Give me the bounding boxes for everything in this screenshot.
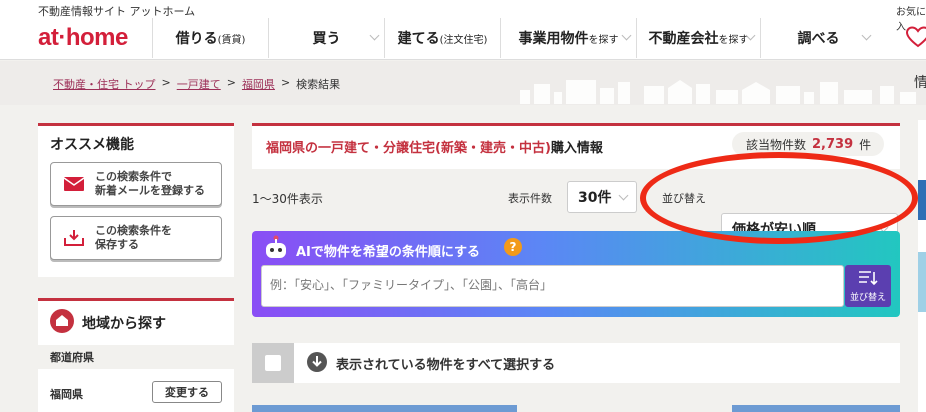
breadcrumb-separator: > [161, 76, 171, 89]
side-tab[interactable]: 情 [914, 72, 926, 92]
listing-photo[interactable] [252, 405, 517, 412]
breadcrumb-separator: > [226, 76, 236, 89]
chevron-down-icon [621, 30, 632, 41]
region-title: 地域から探す [82, 316, 166, 332]
nav-rent[interactable]: 借りる (賃貸) [152, 18, 268, 58]
save-search-button[interactable]: この検索条件を 保存する [50, 216, 222, 260]
chevron-down-icon [618, 190, 629, 201]
breadcrumb: 不動産・住宅 トップ > 一戸建て > 福岡県 > 検索結果 [53, 76, 340, 92]
athome-logo[interactable]: at·home [38, 24, 128, 52]
recommend-title: オススメ機能 [50, 137, 134, 153]
nav-rent-sub: (賃貸) [217, 34, 246, 46]
result-count-label: 該当物件数 [746, 137, 807, 152]
nav-build-sub: (注文住宅) [439, 34, 488, 46]
per-page-value: 30件 [578, 190, 612, 206]
nav-agency[interactable]: 不動産会社 を探す [636, 18, 760, 58]
right-ad-banner[interactable] [918, 252, 926, 312]
ai-sort-button-label: 並び替え [849, 293, 886, 303]
nav-build-label: 建てる [397, 31, 440, 47]
breadcrumb-separator: > [280, 76, 291, 89]
nav-research-label: 調べる [797, 31, 840, 47]
result-count-unit: 件 [859, 137, 872, 152]
arrow-down-circle-icon [307, 352, 327, 372]
nav-agency-label: 不動産会社 [648, 31, 719, 47]
ai-condition-input[interactable]: 例：「安心」、「ファミリータイプ」、「公園」、「高台」 [261, 265, 844, 307]
breadcrumb-link-house[interactable]: 一戸建て [177, 76, 221, 92]
nav-research[interactable]: 調べる [760, 18, 876, 58]
register-mail-label: この検索条件で 新着メールを登録する [95, 170, 205, 198]
register-mail-line2: 新着メールを登録する [95, 184, 205, 197]
nav-business-label: 事業用物件 [518, 31, 589, 47]
prefecture-header: 都道府県 [50, 351, 94, 364]
register-mail-button[interactable]: この検索条件で 新着メールを登録する [50, 162, 222, 206]
nav-build[interactable]: 建てる (注文住宅) [384, 18, 500, 58]
save-search-label: この検索条件を 保存する [95, 224, 172, 252]
prefecture-value: 福岡県 [50, 388, 83, 401]
range-text: 1〜30件表示 [252, 192, 323, 206]
search-title-rest: 購入情報 [550, 141, 603, 156]
save-search-line2: 保存する [95, 238, 139, 251]
per-page-label: 表示件数 [508, 192, 552, 205]
result-count-value: 2,739 [812, 136, 854, 152]
right-ad-banner[interactable] [918, 180, 926, 220]
select-all-checkbox-area[interactable] [252, 343, 294, 383]
site-tagline: 不動産情報サイト アットホーム [38, 5, 196, 18]
town-skyline-illustration [520, 80, 916, 104]
nav-business-sub: を探す [588, 34, 619, 46]
search-title-highlight: 福岡県の一戸建て・分譲住宅(新築・建売・中古) [266, 141, 551, 156]
annotation-ellipse [640, 152, 918, 244]
change-prefecture-button[interactable]: 変更する [152, 381, 222, 403]
heart-icon[interactable] [906, 26, 926, 48]
mail-icon [63, 177, 85, 191]
sort-lines-icon [859, 271, 878, 286]
nav-rent-label: 借りる [175, 31, 218, 47]
main-nav: 借りる (賃貸) 買う 建てる (注文住宅) 事業用物件 を探す 不動産会社 を探す 調… [152, 18, 876, 58]
chevron-down-icon [861, 30, 872, 41]
save-search-line1: この検索条件を [95, 224, 172, 237]
select-all-label[interactable]: 表示されている物件をすべて選択する [336, 354, 555, 373]
breadcrumb-current: 検索結果 [296, 78, 341, 91]
search-title: 福岡県の一戸建て・分譲住宅(新築・建売・中古)購入情報 [266, 137, 603, 156]
house-search-icon [50, 309, 74, 333]
ai-sort-button[interactable]: 並び替え [845, 265, 891, 307]
register-mail-line1: この検索条件で [95, 170, 172, 183]
chevron-down-icon [369, 30, 380, 41]
breadcrumb-link-top[interactable]: 不動産・住宅 トップ [53, 76, 156, 92]
nav-business[interactable]: 事業用物件 を探す [500, 18, 636, 58]
download-tray-icon [64, 230, 84, 246]
robot-icon [266, 235, 286, 258]
help-icon[interactable]: ? [504, 238, 522, 256]
breadcrumb-link-fukuoka[interactable]: 福岡県 [242, 76, 275, 92]
ai-sort-title: AIで物件を希望の条件順にする [296, 245, 481, 260]
nav-buy[interactable]: 買う [268, 18, 384, 58]
per-page-select[interactable]: 30件 [567, 181, 637, 213]
nav-buy-label: 買う [312, 31, 341, 47]
listing-photo[interactable] [732, 405, 900, 412]
select-all-checkbox[interactable] [265, 355, 281, 371]
nav-agency-sub: を探す [718, 34, 749, 46]
